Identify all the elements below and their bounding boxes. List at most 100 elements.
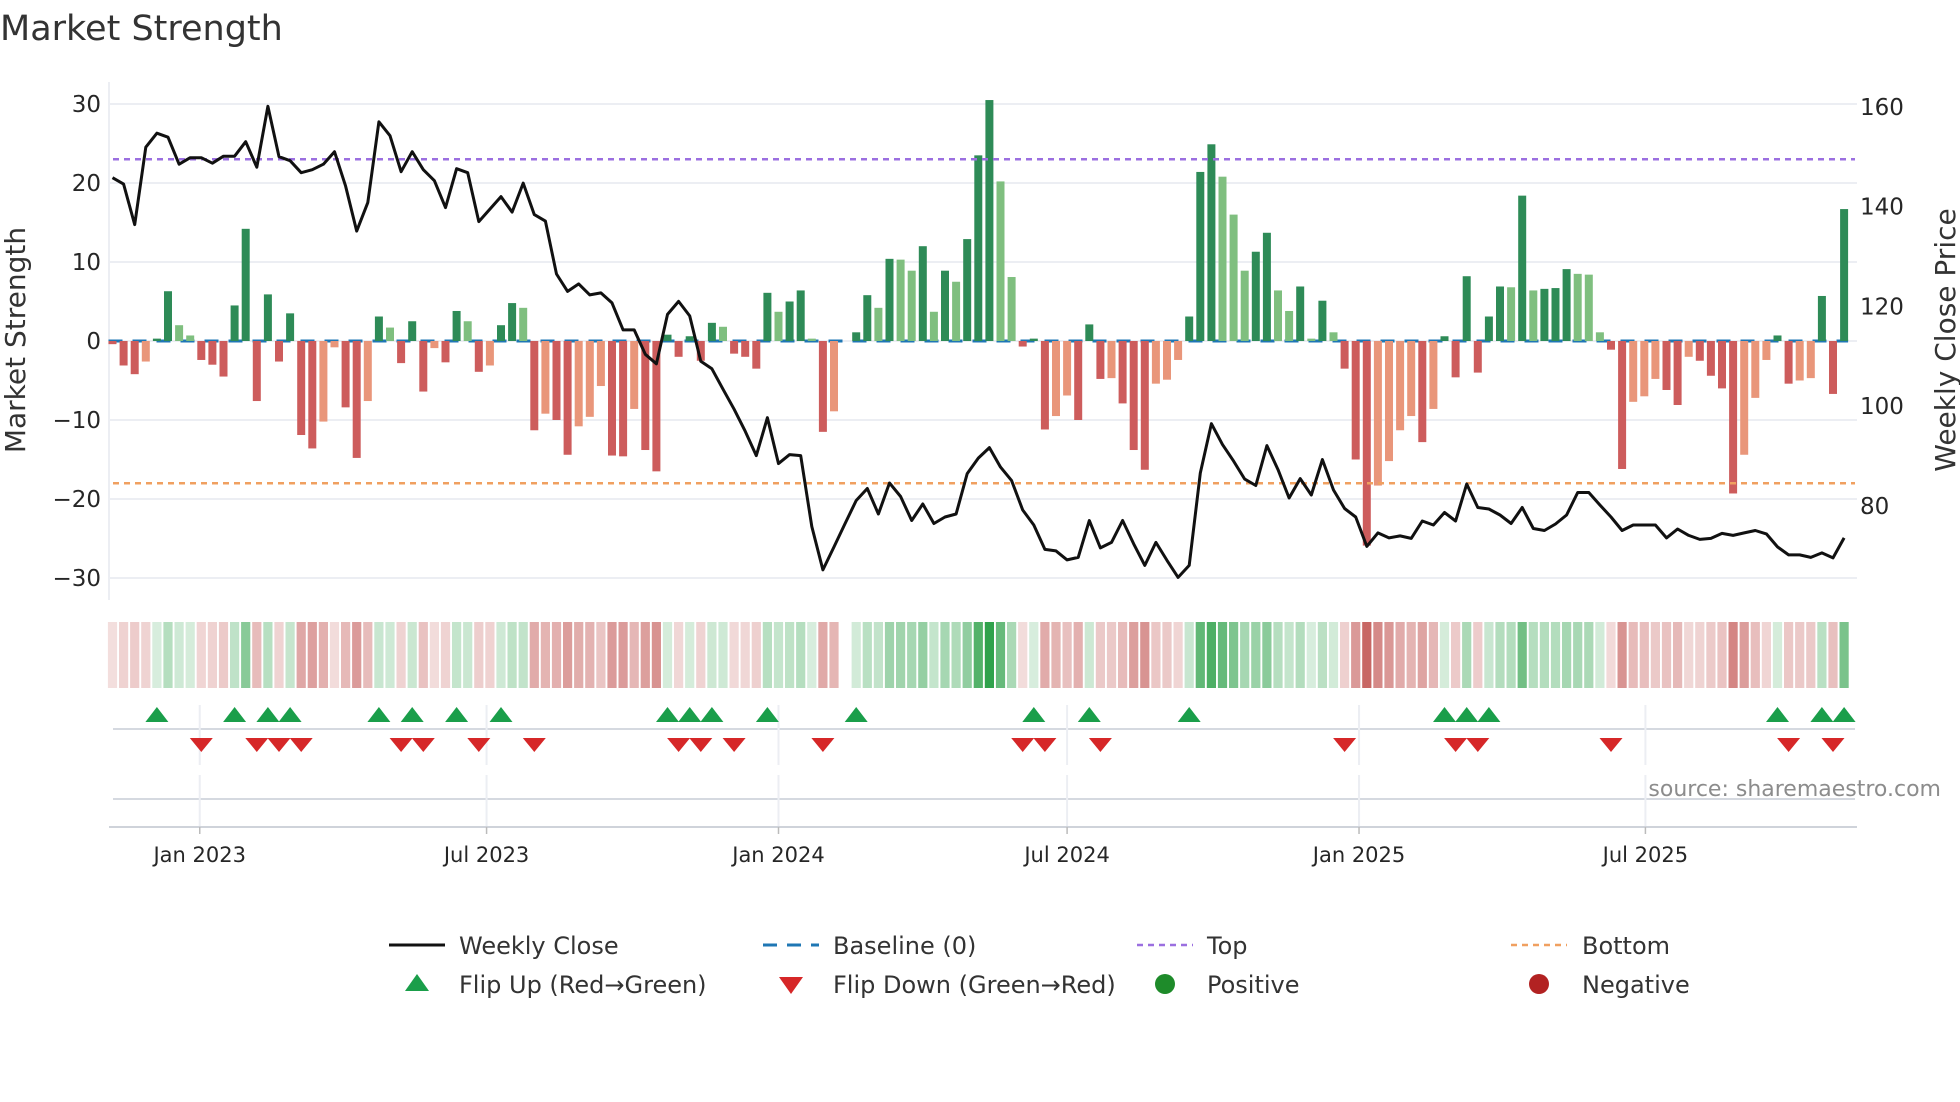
heat-cell [119,622,129,688]
bar-positive [941,270,949,341]
bar-negative [330,341,339,348]
bar-negative [252,341,261,402]
y-tick-label-left: 20 [72,171,101,197]
heat-cell [1661,622,1672,688]
legend-item: Baseline (0) [763,932,976,960]
bar-negative [1729,341,1738,494]
bar-positive [907,270,916,341]
bar-negative [1096,341,1105,379]
flip-up-icon [1077,707,1101,722]
legend-label: Baseline (0) [833,932,976,960]
heat-cell [396,622,406,688]
heat-cell [651,622,661,688]
legend: Weekly Close Baseline (0) Top Bottom Flip Up… [389,932,1690,999]
heat-cell [851,622,861,688]
heat-cell [1828,622,1838,688]
bar-negative [419,341,428,392]
flip-down-icon [522,738,546,752]
bar-negative [1018,341,1027,347]
bar-negative [1040,341,1049,430]
bar-positive [685,336,694,341]
bar-positive [508,303,517,341]
heat-cell [596,622,606,688]
heat-cell [995,622,1006,688]
heat-cell [130,622,140,688]
source-credit: source: sharemaestro.com [1648,777,1941,802]
bar-negative [1407,341,1416,417]
heat-cell [374,622,384,688]
flip-down-icon [245,738,269,752]
heat-cell [1284,622,1294,688]
bar-negative [1418,341,1427,443]
bar-negative [619,341,628,457]
bar-negative [352,341,361,458]
flip-up-icon [445,707,469,722]
bar-positive [1573,273,1582,341]
flip-up-icon [1766,707,1789,722]
bar-negative [341,341,350,408]
heat-cell [296,622,306,688]
flip-up-icon [400,707,424,722]
flip-up-icon [1455,707,1479,722]
legend-item: Bottom [1511,932,1670,960]
heat-cell [1562,622,1572,688]
heat-cell [984,622,994,688]
flip-down-icon [267,738,291,752]
bar-negative [130,341,139,375]
bar-positive [497,325,505,341]
bar-negative [397,341,406,364]
heat-cell [429,622,439,688]
heat-cell [1784,622,1794,688]
heat-cell [418,622,428,688]
legend-item: Positive [1155,971,1300,999]
bar-positive [175,325,184,341]
bar-negative [1684,341,1693,357]
heat-cell [1639,622,1649,688]
heat-cell [762,622,772,688]
flip-up-icon [755,707,779,722]
bar-negative [1662,341,1671,390]
bar-positive [241,228,250,341]
bar-positive [1218,176,1227,341]
heat-cell [862,622,872,688]
flip-up-icon [1832,707,1856,722]
bar-negative [1151,341,1160,384]
bar-positive [1595,332,1604,341]
heat-cell [507,622,517,688]
bar-positive [263,294,272,341]
heat-cell [1417,622,1427,688]
bar-negative [1373,341,1382,486]
bar-negative [1829,341,1837,394]
bar-negative [1762,341,1771,360]
heat-cell [718,622,728,688]
heat-cell [252,622,262,688]
heat-cell [1495,622,1505,688]
bar-negative [1052,341,1060,417]
market-strength-chart: Market Strength 3020100−10−20−3016014012… [0,9,1960,999]
y-tick-label-left: −30 [52,566,101,592]
heat-cell [1351,622,1361,688]
bar-positive [1551,288,1560,341]
heat-cell [1695,622,1705,688]
flip-down-icon [1444,738,1468,752]
bar-positive [1462,276,1471,341]
bar-positive [1185,316,1194,341]
bar-positive [1540,288,1549,341]
bar-positive [896,259,905,341]
bar-negative [197,341,206,360]
heat-cell [729,622,739,688]
heat-cell [1395,622,1405,688]
flip-up-icon [700,707,724,722]
bar-negative [441,341,450,363]
heat-cell [785,622,795,688]
bar-positive [763,292,772,341]
flip-down-icon [689,738,713,752]
bar-negative [1140,341,1149,470]
flip-down-icon [1333,738,1357,752]
heat-cell [1295,622,1305,688]
bar-negative [1163,341,1171,380]
heat-cell [1273,622,1283,688]
heat-cell [907,622,917,688]
bar-positive [386,327,394,341]
legend-item: Top [1137,932,1248,960]
